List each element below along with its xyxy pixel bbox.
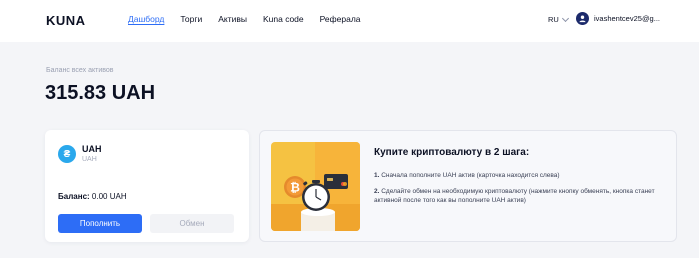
step-2-text: Сделайте обмен на необходимую криптовалю…: [374, 188, 655, 204]
hryvnia-coin-icon: ₴: [58, 145, 76, 163]
total-balance-value: 315.83 UAH: [45, 82, 156, 104]
deposit-button[interactable]: Пополнить: [58, 214, 142, 233]
nav-referral[interactable]: Реферала: [320, 14, 361, 24]
nav-dashboard[interactable]: Дашборд: [128, 14, 164, 24]
language-label: RU: [548, 15, 559, 24]
main-nav: Дашборд Торги Активы Kuna code Реферала: [128, 14, 377, 24]
info-step-1: 1. Сначала пополните UAH актив (карточка…: [374, 171, 674, 180]
svg-text:₿: ₿: [290, 181, 300, 195]
buy-crypto-info-card: ₿ Купите криптовалюту в 2 шага: 1. Снача…: [259, 130, 677, 242]
nav-assets[interactable]: Активы: [218, 14, 247, 24]
top-header: KUNA Дашборд Торги Активы Kuna code Рефе…: [0, 0, 699, 42]
kuna-logo[interactable]: KUNA: [46, 13, 86, 28]
info-step-2: 2. Сделайте обмен на необходимую криптов…: [374, 187, 674, 205]
crypto-illustration: ₿: [271, 142, 360, 231]
nav-kuna-code[interactable]: Kuna code: [263, 14, 304, 24]
nav-trading[interactable]: Торги: [180, 14, 202, 24]
exchange-button: Обмен: [150, 214, 234, 233]
user-avatar-icon: [576, 12, 589, 25]
asset-balance-value: 0.00 UAH: [91, 192, 127, 201]
total-balance-label: Баланс всех активов: [46, 67, 114, 74]
asset-balance: Баланс: 0.00 UAH: [58, 192, 127, 201]
asset-symbol: UAH: [82, 144, 102, 154]
user-email: ivashentcev25@g...: [594, 14, 660, 23]
step-1-text: Сначала пополните UAH актив (карточка на…: [381, 172, 560, 179]
language-selector[interactable]: RU: [548, 14, 569, 24]
step-1-number: 1.: [374, 172, 380, 179]
asset-balance-label: Баланс:: [58, 192, 90, 201]
step-2-number: 2.: [374, 188, 380, 195]
chevron-down-icon: [561, 14, 569, 22]
info-title: Купите криптовалюту в 2 шага:: [374, 147, 530, 158]
asset-name: UAH: [82, 156, 97, 163]
user-menu[interactable]: ivashentcev25@g...: [576, 12, 660, 25]
uah-asset-card: ₴ UAH UAH Баланс: 0.00 UAH Пополнить Обм…: [45, 130, 249, 242]
